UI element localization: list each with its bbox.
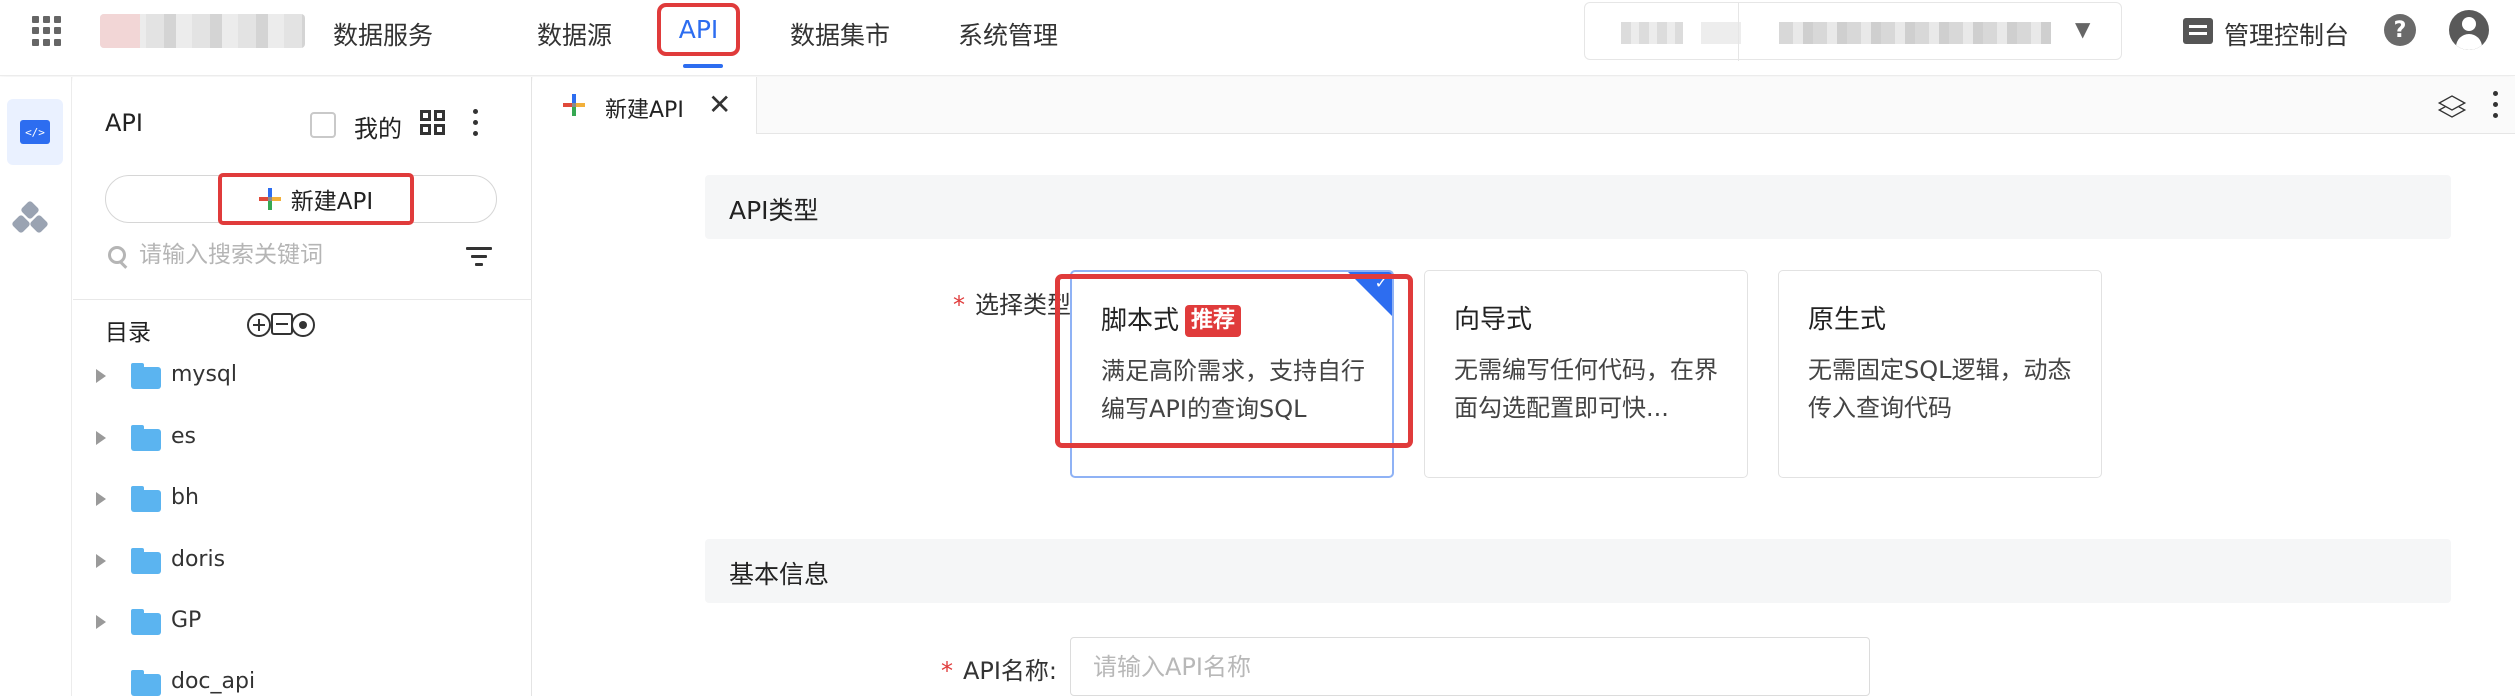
- tree-item-label: es: [171, 424, 196, 449]
- caret-right-icon[interactable]: [96, 492, 106, 506]
- workspace-selector[interactable]: ▼: [1584, 2, 2122, 61]
- tab-new-api[interactable]: 新建API ✕: [533, 77, 757, 134]
- search-icon: [108, 246, 126, 264]
- required-mark: *: [940, 657, 953, 685]
- caret-right-icon[interactable]: [96, 554, 106, 568]
- folder-icon: [131, 486, 161, 512]
- mine-label: 我的: [354, 115, 402, 143]
- user-avatar-icon[interactable]: [2449, 10, 2489, 50]
- sidebar-divider: [73, 299, 532, 300]
- card-description: 无需固定SQL逻辑，动态传入查询代码: [1808, 356, 2072, 422]
- product-logo: [100, 14, 305, 48]
- tree-item-mysql[interactable]: mysql: [73, 357, 532, 397]
- required-mark: *: [953, 291, 965, 319]
- folder-icon: [131, 425, 161, 451]
- left-rail: </>: [0, 77, 72, 696]
- card-description: 无需编写任何代码，在界面勾选配置即可快...: [1454, 356, 1718, 422]
- add-circle-icon[interactable]: [247, 313, 271, 337]
- workspace-blurred-value: [1779, 22, 2051, 44]
- colorful-plus-icon: [563, 94, 585, 116]
- view-toggle-icon[interactable]: [420, 110, 448, 138]
- section-api-type: API类型: [705, 175, 2451, 239]
- tab-label: 新建API: [605, 98, 684, 123]
- rail-item-api[interactable]: </>: [7, 99, 63, 165]
- type-card-wizard[interactable]: 向导式 无需编写任何代码，在界面勾选配置即可快...: [1424, 270, 1748, 478]
- collapse-all-icon[interactable]: [271, 313, 293, 335]
- console-link[interactable]: 管理控制台: [2224, 16, 2349, 52]
- type-card-native[interactable]: 原生式 无需固定SQL逻辑，动态传入查询代码: [1778, 270, 2102, 478]
- top-navigation-bar: 数据服务 数据源 API 数据集市 系统管理 ▼ 管理控制台 ?: [0, 0, 2515, 76]
- close-icon[interactable]: ✕: [708, 88, 731, 121]
- api-name-label-text: API名称:: [962, 657, 1057, 685]
- product-name: 数据服务: [333, 21, 434, 50]
- caret-right-icon[interactable]: [96, 431, 106, 445]
- folder-icon: [131, 670, 161, 696]
- api-name-label: * API名称:: [911, 651, 1057, 686]
- new-api-button-label: 新建API: [290, 189, 374, 215]
- tree-item-label: bh: [171, 485, 199, 510]
- locate-icon[interactable]: [291, 313, 315, 337]
- sidebar-title: API: [105, 109, 143, 137]
- workspace-divider: [1738, 3, 1739, 61]
- tree-item-es[interactable]: es: [73, 419, 532, 459]
- tree-item-doris[interactable]: doris: [73, 542, 532, 582]
- help-icon[interactable]: ?: [2384, 14, 2416, 46]
- more-vertical-icon[interactable]: [473, 109, 479, 137]
- api-create-form: API类型 * 选择类型 脚本式 推荐 满足高阶需求，支持自行编写API的查询SQL…: [533, 135, 2515, 696]
- section-title: 基本信息: [729, 560, 830, 589]
- more-vertical-icon[interactable]: [2493, 91, 2499, 119]
- section-basic-info: 基本信息: [705, 539, 2451, 603]
- search-input[interactable]: [139, 237, 439, 273]
- nav-api[interactable]: API: [657, 3, 740, 56]
- caret-right-icon[interactable]: [96, 615, 106, 629]
- colorful-plus-icon: [258, 188, 281, 210]
- workspace-blurred-label: [1621, 22, 1683, 44]
- card-title: 向导式: [1454, 305, 1533, 335]
- folder-icon: [131, 363, 161, 389]
- tree-item-gp[interactable]: GP: [73, 603, 532, 643]
- workspace-blurred-label-2: [1701, 22, 1741, 44]
- nav-data-market[interactable]: 数据集市: [790, 16, 890, 52]
- nav-system-management[interactable]: 系统管理: [958, 16, 1058, 52]
- apps-grid-icon[interactable]: [32, 16, 62, 46]
- tree-item-bh[interactable]: bh: [73, 480, 532, 520]
- api-name-input[interactable]: [1070, 637, 1870, 696]
- folder-icon: [131, 548, 161, 574]
- api-tree-sidebar: API 我的 新建API 目录 mysql es bh: [73, 77, 532, 696]
- card-title: 原生式: [1808, 305, 1887, 335]
- nav-datasource[interactable]: 数据源: [537, 16, 612, 52]
- rail-item-cubes[interactable]: [11, 200, 49, 234]
- nav-api-label: API: [678, 15, 719, 44]
- tree-item-label: GP: [171, 608, 202, 633]
- mine-checkbox[interactable]: [310, 112, 336, 138]
- layers-icon[interactable]: [2437, 92, 2467, 118]
- caret-right-icon[interactable]: [96, 369, 106, 383]
- nav-active-indicator: [683, 64, 723, 68]
- folder-icon: [131, 609, 161, 635]
- tree-item-doc-api[interactable]: doc_api: [73, 664, 532, 696]
- type-card-highlight: [1055, 274, 1413, 448]
- code-icon: </>: [20, 120, 50, 144]
- tree-item-label: mysql: [171, 362, 237, 387]
- filter-icon[interactable]: [466, 247, 492, 267]
- new-api-button-highlight[interactable]: 新建API: [218, 173, 414, 225]
- directory-label: 目录: [105, 320, 151, 346]
- console-icon[interactable]: [2183, 18, 2213, 44]
- section-title: API类型: [729, 196, 819, 225]
- select-type-label: * 选择类型: [911, 285, 1071, 320]
- tree-item-label: doc_api: [171, 669, 256, 694]
- editor-tab-bar: 新建API ✕: [533, 77, 2515, 134]
- chevron-down-icon: ▼: [2075, 17, 2091, 41]
- tree-item-label: doris: [171, 547, 226, 572]
